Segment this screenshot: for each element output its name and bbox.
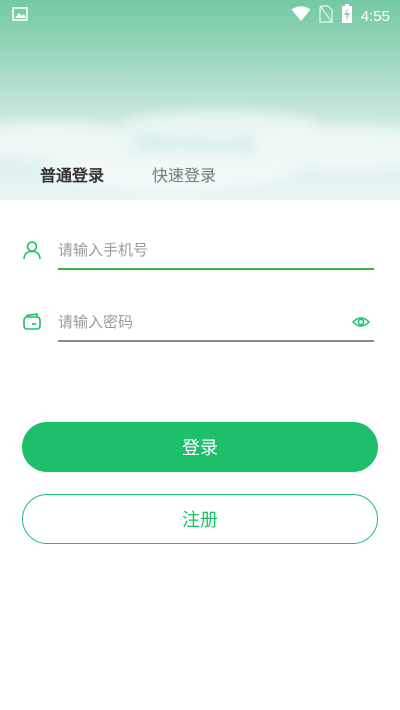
password-input[interactable] [58,304,338,340]
image-icon [12,6,28,26]
login-tabs: 普通登录 快速登录 [0,158,400,188]
login-button[interactable]: 登录 [22,422,378,472]
register-button[interactable]: 注册 [22,494,378,544]
status-bar: 4:55 [0,0,400,30]
user-icon [22,240,42,260]
tab-quick-login[interactable]: 快速登录 [152,162,216,186]
no-sim-icon [319,5,333,27]
password-field [22,304,374,344]
wallet-lock-icon [22,312,42,332]
tab-normal-login[interactable]: 普通登录 [40,162,104,186]
password-underline [58,340,374,342]
status-time: 4:55 [360,7,390,25]
phone-underline [58,268,374,270]
phone-field [22,232,374,272]
wifi-icon [291,6,311,26]
phone-input[interactable] [58,232,374,268]
eye-icon[interactable] [351,314,371,330]
battery-charging-icon [341,4,353,28]
